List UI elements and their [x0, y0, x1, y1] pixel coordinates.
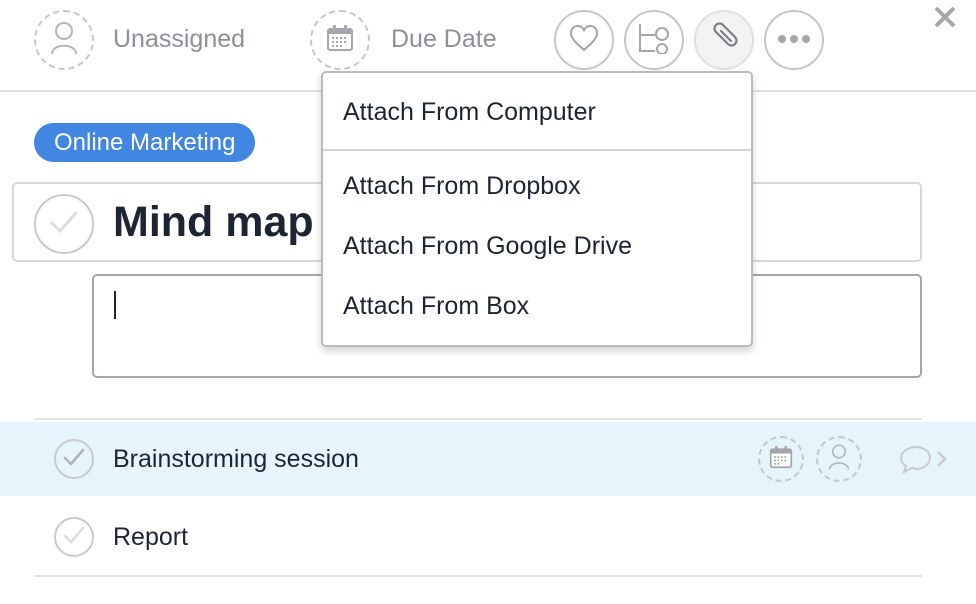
checkmark-icon	[63, 448, 85, 471]
task-complete-toggle[interactable]	[34, 194, 94, 254]
due-date-button[interactable]	[310, 10, 370, 70]
subtask-open-button[interactable]	[936, 450, 948, 473]
attach-button[interactable]	[694, 10, 754, 70]
subtask-label[interactable]: Brainstorming session	[113, 444, 359, 474]
list-divider	[34, 575, 922, 577]
project-tag[interactable]: Online Marketing	[34, 123, 256, 162]
menu-item-attach-google-drive[interactable]: Attach From Google Drive	[343, 231, 632, 261]
checkmark-icon	[49, 210, 79, 239]
menu-separator	[323, 149, 751, 151]
close-button[interactable]	[930, 4, 960, 34]
comment-icon	[898, 445, 932, 478]
paperclip-icon	[708, 21, 740, 59]
subtask-label[interactable]: Report	[113, 522, 188, 552]
subtask-assignee-button[interactable]	[816, 436, 862, 482]
subtask-comments-button[interactable]	[898, 444, 932, 479]
chevron-right-icon	[936, 451, 948, 472]
list-divider	[34, 418, 922, 420]
task-title[interactable]: Mind map	[113, 196, 314, 248]
subtask-icon	[637, 22, 671, 59]
subtask-complete-toggle[interactable]	[54, 517, 94, 557]
close-icon	[934, 6, 956, 33]
text-cursor	[114, 291, 116, 319]
person-icon	[50, 21, 78, 60]
subtask-due-date-button[interactable]	[758, 436, 804, 482]
subtask-row[interactable]: Brainstorming session	[0, 422, 976, 496]
subtask-complete-toggle[interactable]	[54, 439, 94, 479]
person-icon	[828, 443, 850, 476]
more-button[interactable]	[764, 10, 824, 70]
due-date-label[interactable]: Due Date	[391, 27, 497, 52]
heart-icon	[569, 24, 599, 57]
attach-menu: Attach From Computer Attach From Dropbox…	[321, 71, 753, 347]
checkmark-icon	[63, 526, 85, 549]
subtask-row[interactable]: Report	[0, 500, 976, 574]
menu-item-attach-dropbox[interactable]: Attach From Dropbox	[343, 171, 581, 201]
like-button[interactable]	[554, 10, 614, 70]
assignee-label[interactable]: Unassigned	[113, 27, 245, 52]
calendar-icon	[769, 445, 793, 474]
menu-item-attach-computer[interactable]: Attach From Computer	[343, 97, 596, 127]
ellipsis-icon	[777, 31, 811, 49]
calendar-icon	[326, 24, 354, 57]
menu-item-attach-box[interactable]: Attach From Box	[343, 291, 529, 321]
assignee-button[interactable]	[34, 10, 94, 70]
subtasks-button[interactable]	[624, 10, 684, 70]
